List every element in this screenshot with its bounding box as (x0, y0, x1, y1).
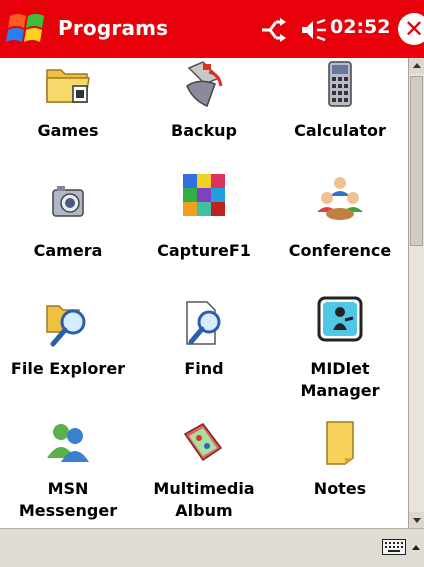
programs-grid: Games Backup Calculator Camera CaptureF1… (0, 58, 408, 528)
program-label: MIDlet Manager (300, 359, 380, 400)
program-label: Calculator (294, 121, 386, 140)
program-label: Backup (171, 121, 237, 140)
program-capturef1[interactable]: CaptureF1 (136, 174, 272, 296)
calculator-icon (328, 61, 352, 107)
clock[interactable]: 02:52 (330, 16, 390, 38)
vertical-scrollbar[interactable] (408, 58, 424, 528)
folder-games-icon (46, 69, 90, 103)
program-label: Multimedia Album (153, 479, 255, 520)
windows-start-icon[interactable] (6, 10, 50, 50)
program-backup[interactable]: Backup (136, 58, 272, 176)
arrow-up-icon (413, 63, 421, 68)
program-games[interactable]: Games (0, 58, 136, 176)
program-file-explorer[interactable]: File Explorer (0, 296, 136, 416)
conference-icon (317, 177, 363, 220)
volume-icon[interactable] (300, 18, 328, 42)
arrow-down-icon (413, 518, 421, 523)
input-menu-arrow-icon[interactable] (412, 545, 420, 550)
program-conference[interactable]: Conference (272, 176, 408, 296)
scroll-down-button[interactable] (409, 512, 424, 528)
title-bar: Programs 02:52 ✕ (0, 0, 424, 58)
program-label: Find (184, 359, 224, 378)
backup-icon (186, 61, 223, 108)
program-label: File Explorer (10, 359, 126, 378)
program-label: Games (37, 121, 99, 140)
program-label: CaptureF1 (157, 241, 251, 260)
window-title: Programs (58, 16, 169, 40)
program-midlet-manager[interactable]: MIDlet Manager (272, 296, 408, 416)
program-label: Conference (288, 241, 392, 260)
camera-icon (52, 186, 84, 217)
midlet-manager-icon (317, 296, 363, 342)
scroll-up-button[interactable] (409, 58, 424, 74)
program-find[interactable]: Find (136, 296, 272, 416)
program-camera[interactable]: Camera (0, 176, 136, 296)
notes-icon (326, 421, 354, 465)
keyboard-icon[interactable] (382, 539, 406, 555)
program-msn-messenger[interactable]: MSN Messenger (0, 416, 136, 528)
capture-icon (183, 174, 225, 216)
menu-bar (0, 528, 424, 567)
file-explorer-icon (46, 305, 86, 347)
program-notes[interactable]: Notes (272, 416, 408, 528)
scroll-thumb[interactable] (410, 76, 423, 246)
connectivity-icon[interactable] (258, 16, 288, 44)
multimedia-album-icon (183, 423, 223, 462)
program-label: Notes (313, 479, 367, 498)
find-icon (186, 301, 221, 345)
close-icon[interactable]: ✕ (398, 13, 424, 45)
program-multimedia-album[interactable]: Multimedia Album (136, 416, 272, 528)
program-label: Camera (33, 241, 103, 260)
msn-messenger-icon (47, 424, 89, 462)
program-calculator[interactable]: Calculator (272, 58, 408, 176)
program-label: MSN Messenger (18, 479, 118, 520)
